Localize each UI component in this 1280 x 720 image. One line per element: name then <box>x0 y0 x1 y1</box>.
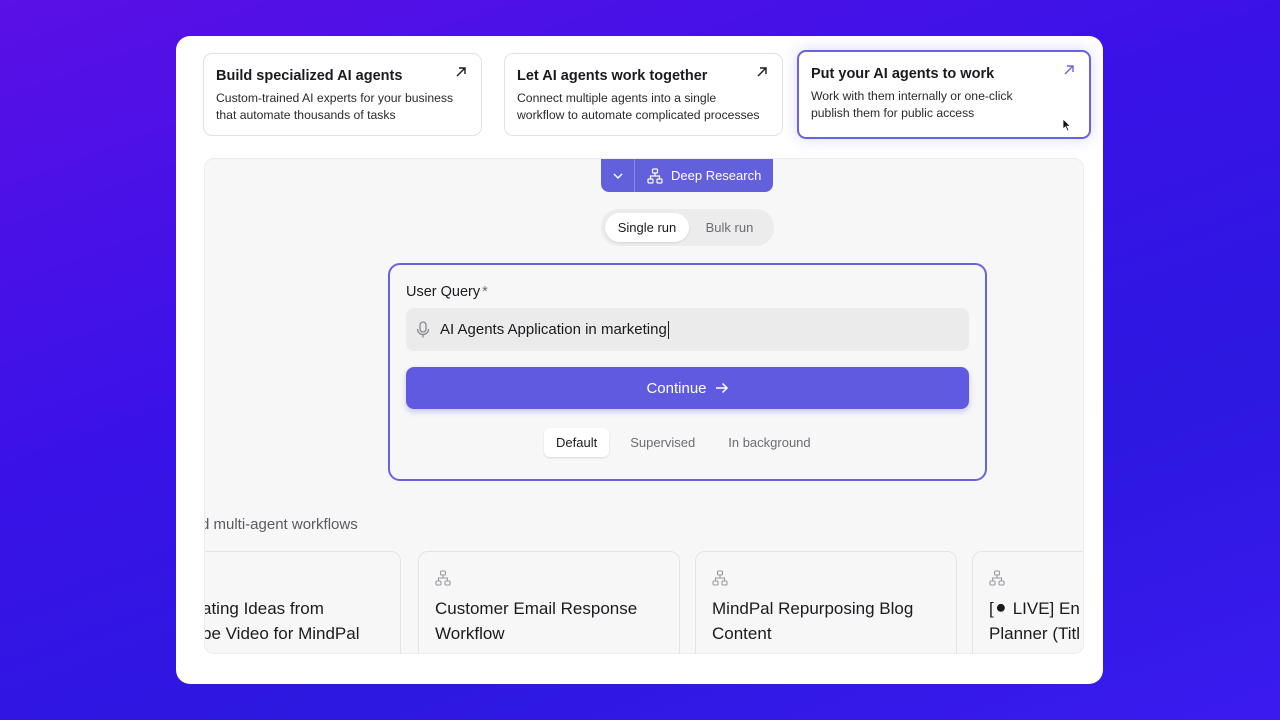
workflow-card-title-line1: Customer Email Response <box>435 599 638 618</box>
workflow-icon <box>712 570 728 586</box>
user-query-label: User Query * <box>406 284 488 300</box>
section-title: d multi-agent workflows <box>204 516 358 533</box>
app-window: Build specialized AI agents Custom-train… <box>176 36 1103 684</box>
feature-card-desc-line2: that automate thousands of tasks <box>216 108 396 122</box>
agent-selector-label: Deep Research <box>671 168 762 183</box>
feature-card-put-to-work[interactable]: Put your AI agents to work Work with the… <box>797 50 1091 139</box>
bulk-run-option[interactable]: Bulk run <box>689 213 770 242</box>
run-mode-toggle: Single run Bulk run <box>601 209 774 246</box>
feature-card-desc-line1: Custom-trained AI experts for your busin… <box>216 91 454 105</box>
feature-card-title: Let AI agents work together <box>517 68 708 84</box>
workflow-card[interactable]: ating Ideas from be Video for MindPal <box>204 551 401 653</box>
mode-default[interactable]: Default <box>544 428 610 457</box>
feature-card-desc-line2: workflow to automate complicated process… <box>517 108 760 122</box>
arrow-up-right-icon <box>1064 65 1074 75</box>
feature-card-desc-line2: publish them for public access <box>811 106 975 120</box>
feature-card-desc-line1: Connect multiple agents into a single <box>517 91 717 105</box>
user-query-input[interactable]: AI Agents Application in marketing <box>406 308 969 351</box>
feature-card-desc-line1: Work with them internally or one-click <box>811 89 1013 103</box>
continue-button[interactable]: Continue <box>406 367 969 409</box>
query-form: User Query * AI Agents Application in mar… <box>388 263 987 481</box>
workflow-card[interactable]: Customer Email Response Workflow <box>418 551 680 653</box>
workflow-card[interactable]: [⚫ LIVE] En Planner (Titl <box>972 551 1083 653</box>
required-mark: * <box>482 284 488 300</box>
workflow-icon <box>435 570 451 586</box>
arrow-up-right-icon <box>456 67 466 77</box>
workflow-icon <box>989 570 1005 586</box>
feature-card-build-agents[interactable]: Build specialized AI agents Custom-train… <box>203 53 482 136</box>
arrow-right-icon <box>715 382 728 394</box>
run-panel: Deep Research Single run Bulk run User Q… <box>204 158 1084 654</box>
execution-mode-tabs: Default Supervised In background <box>544 428 832 457</box>
workflow-card-title-line1: MindPal Repurposing Blog <box>712 599 914 618</box>
workflow-card-title-line1: ating Ideas from <box>204 599 324 618</box>
workflow-card[interactable]: MindPal Repurposing Blog Content <box>695 551 957 653</box>
workflow-card-title-line1: [⚫ LIVE] En <box>989 599 1080 618</box>
feature-card-agents-together[interactable]: Let AI agents work together Connect mult… <box>504 53 783 136</box>
workflow-icon <box>647 167 663 184</box>
mouse-cursor-icon <box>1062 118 1072 132</box>
continue-label: Continue <box>646 379 707 397</box>
workflow-card-title-line2: Workflow <box>435 624 505 643</box>
workflow-card-title-line2: be Video for MindPal <box>204 624 360 643</box>
agent-selector[interactable]: Deep Research <box>601 159 773 192</box>
feature-card-title: Put your AI agents to work <box>811 66 995 82</box>
mode-in-background[interactable]: In background <box>716 428 822 457</box>
mode-supervised[interactable]: Supervised <box>618 428 707 457</box>
user-query-value: AI Agents Application in marketing <box>440 320 669 339</box>
single-run-option[interactable]: Single run <box>605 213 689 242</box>
feature-card-title: Build specialized AI agents <box>216 68 403 84</box>
arrow-up-right-icon <box>757 67 767 77</box>
workflow-card-title-line2: Planner (Titl <box>989 624 1081 643</box>
user-query-label-text: User Query <box>406 284 481 300</box>
workflow-card-title-line2: Content <box>712 624 772 643</box>
microphone-icon[interactable] <box>416 320 430 339</box>
chevron-down-icon[interactable] <box>601 159 635 192</box>
